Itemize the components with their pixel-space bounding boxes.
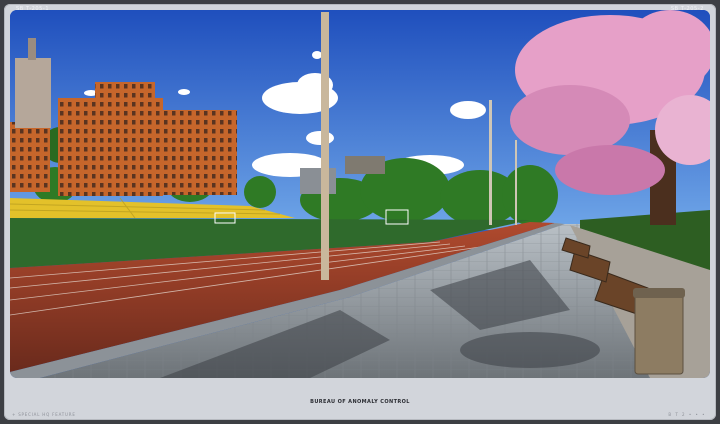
- game-viewport[interactable]: [10, 10, 710, 378]
- hud-footer-right: B T 2 • • •: [668, 412, 706, 417]
- trash-bin: [634, 291, 684, 375]
- hud-footer-left: + SPECIAL HQ FEATURE: [12, 412, 76, 417]
- hud-title: BUREAU OF ANOMALY CONTROL: [310, 399, 410, 405]
- lamp-pole: [321, 12, 329, 280]
